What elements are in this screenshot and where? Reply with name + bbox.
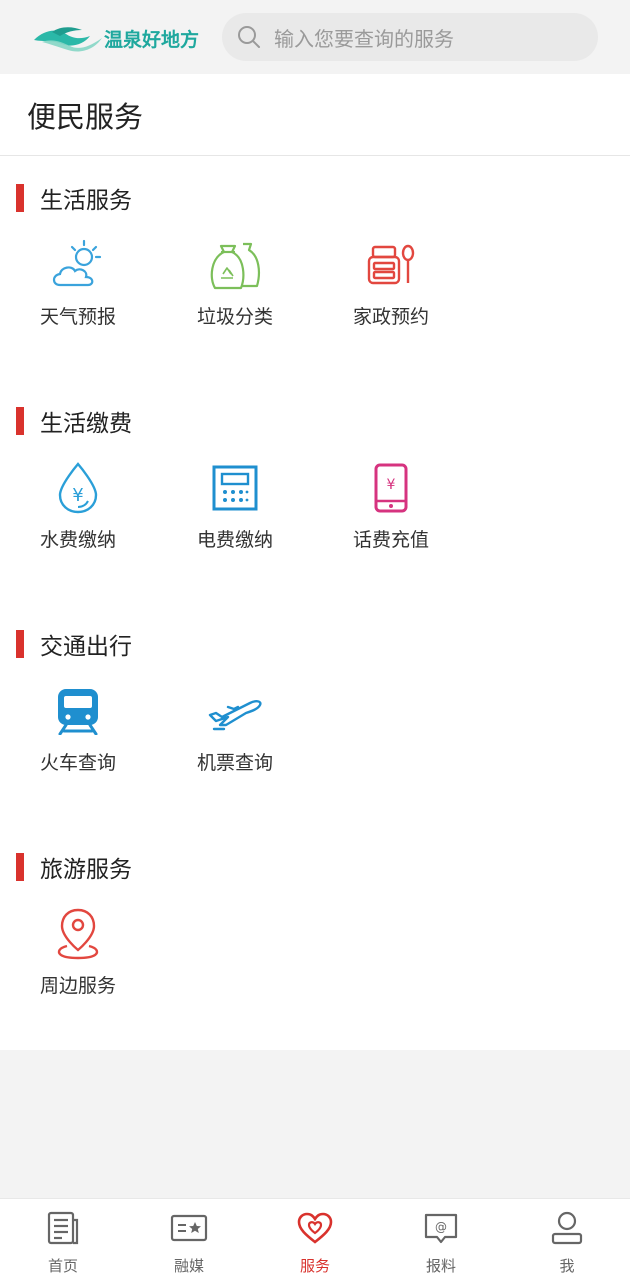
section-title: 生活缴费 [40,411,132,437]
service-item-label: 火车查询 [39,752,116,774]
service-item-label: 机票查询 [196,752,273,774]
service-item-nearby[interactable]: 周边服务 [18,906,138,1006]
location-pin-icon [46,906,110,962]
page-title-bar: 便民服务 [0,74,630,156]
plane-icon [203,683,267,739]
tab-label: 首页 [47,1257,78,1275]
logo-wave-icon [34,27,102,52]
service-item-water-bill[interactable]: ¥ 水费缴纳 [18,460,138,560]
tab-home[interactable]: 首页 [0,1199,126,1280]
weather-icon [46,237,110,293]
media-icon [170,1209,208,1247]
service-item-label: 家政预约 [352,306,429,328]
user-icon [548,1209,586,1247]
section-header: 生活服务 [16,183,132,214]
tab-media[interactable]: 融媒 [126,1199,252,1280]
search-placeholder: 输入您要查询的服务 [274,26,454,51]
service-item-label: 周边服务 [39,975,116,997]
top-bar: 温泉好地方 输入您要查询的服务 [0,0,630,74]
page-title: 便民服务 [27,99,144,134]
electric-bill-icon [203,460,267,516]
section-marker [16,184,24,212]
section-marker [16,630,24,658]
tab-label: 服务 [299,1257,330,1275]
service-item-label: 话费充值 [352,529,429,551]
section-title: 生活服务 [40,188,132,214]
service-item-train[interactable]: 火车查询 [18,683,138,783]
service-item-label: 电费缴纳 [196,529,273,551]
water-bill-icon: ¥ [46,460,110,516]
service-item-label: 天气预报 [39,306,116,328]
tab-me[interactable]: 我 [504,1199,630,1280]
tab-services[interactable]: 服务 [252,1199,378,1280]
tab-report[interactable]: @ 报料 [378,1199,504,1280]
news-icon [44,1209,82,1247]
search-icon [238,26,260,48]
svg-text:¥: ¥ [387,477,396,493]
search-box[interactable]: 输入您要查询的服务 [222,13,598,61]
section-marker [16,853,24,881]
tab-label: 报料 [425,1257,456,1275]
garbage-sort-icon [203,237,267,293]
service-item-label: 垃圾分类 [196,306,273,328]
heart-icon [296,1209,334,1247]
section-marker [16,407,24,435]
housekeeping-icon [359,237,423,293]
report-icon: @ [422,1209,460,1247]
tab-label: 我 [559,1257,575,1275]
train-icon [46,683,110,739]
service-item-electric-bill[interactable]: 电费缴纳 [175,460,295,560]
bottom-tab-bar: 首页 融媒 服务 @ 报料 我 [0,1198,630,1280]
service-item-weather[interactable]: 天气预报 [18,237,138,337]
service-item-plane[interactable]: 机票查询 [175,683,295,783]
app-logo[interactable]: 温泉好地方 [32,20,212,56]
section-title: 交通出行 [40,634,132,660]
phone-recharge-icon: ¥ [359,460,423,516]
section-title: 旅游服务 [40,857,132,883]
section-header: 旅游服务 [16,852,132,883]
service-item-label: 水费缴纳 [39,529,116,551]
section-header: 生活缴费 [16,406,132,437]
service-item-housekeeping[interactable]: 家政预约 [331,237,451,337]
main-content: 便民服务 生活服务 天气预报 垃圾分类 家政预约 生活缴费 ¥ 水费缴纳 电费缴… [0,74,630,1050]
svg-text:@: @ [435,1220,447,1234]
logo-text: 温泉好地方 [104,28,200,51]
service-item-garbage-sort[interactable]: 垃圾分类 [175,237,295,337]
tab-label: 融媒 [173,1257,204,1275]
svg-text:¥: ¥ [72,485,83,506]
service-item-phone-recharge[interactable]: ¥ 话费充值 [331,460,451,560]
section-header: 交通出行 [16,629,132,660]
